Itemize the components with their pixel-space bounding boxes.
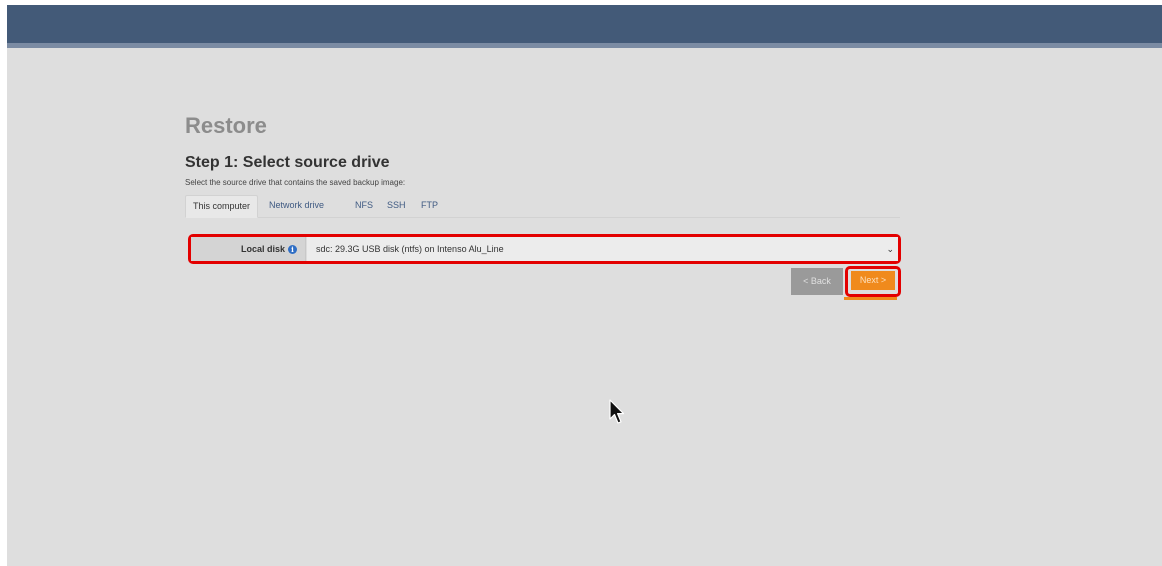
next-button-highlight: Next > <box>845 266 901 297</box>
app-screen: Restore Step 1: Select source drive Sele… <box>7 5 1162 566</box>
step-description: Select the source drive that contains th… <box>185 178 406 187</box>
tab-ssh[interactable]: SSH <box>387 195 406 216</box>
tab-ftp[interactable]: FTP <box>421 195 438 216</box>
source-drive-select[interactable]: sdc: 29.3G USB disk (ntfs) on Intenso Al… <box>307 237 898 261</box>
step-title: Step 1: Select source drive <box>185 154 390 171</box>
tab-network-drive[interactable]: Network drive <box>269 195 324 216</box>
tab-nfs[interactable]: NFS <box>355 195 373 216</box>
tab-this-computer[interactable]: This computer <box>185 195 259 218</box>
restore-panel: Restore Step 1: Select source drive Sele… <box>185 113 905 300</box>
top-header-bar <box>7 5 1162 48</box>
chevron-down-icon[interactable]: ⌄ <box>886 237 894 261</box>
info-circle-icon[interactable]: i <box>288 245 297 255</box>
source-drive-selected-value: sdc: 29.3G USB disk (ntfs) on Intenso Al… <box>316 244 504 254</box>
local-disk-label: Local disk i <box>191 237 306 261</box>
next-button-underline <box>844 297 897 300</box>
local-disk-label-text: Local disk <box>240 244 285 254</box>
back-button[interactable]: < Back <box>791 268 843 295</box>
page-title: Restore <box>185 113 267 138</box>
next-button[interactable]: Next > <box>851 271 895 290</box>
local-disk-row: Local disk i sdc: 29.3G USB disk (ntfs) o… <box>188 234 901 264</box>
source-tabs: This computer Network drive NFS SSH FTP <box>185 195 900 218</box>
mouse-cursor-icon <box>609 399 625 424</box>
